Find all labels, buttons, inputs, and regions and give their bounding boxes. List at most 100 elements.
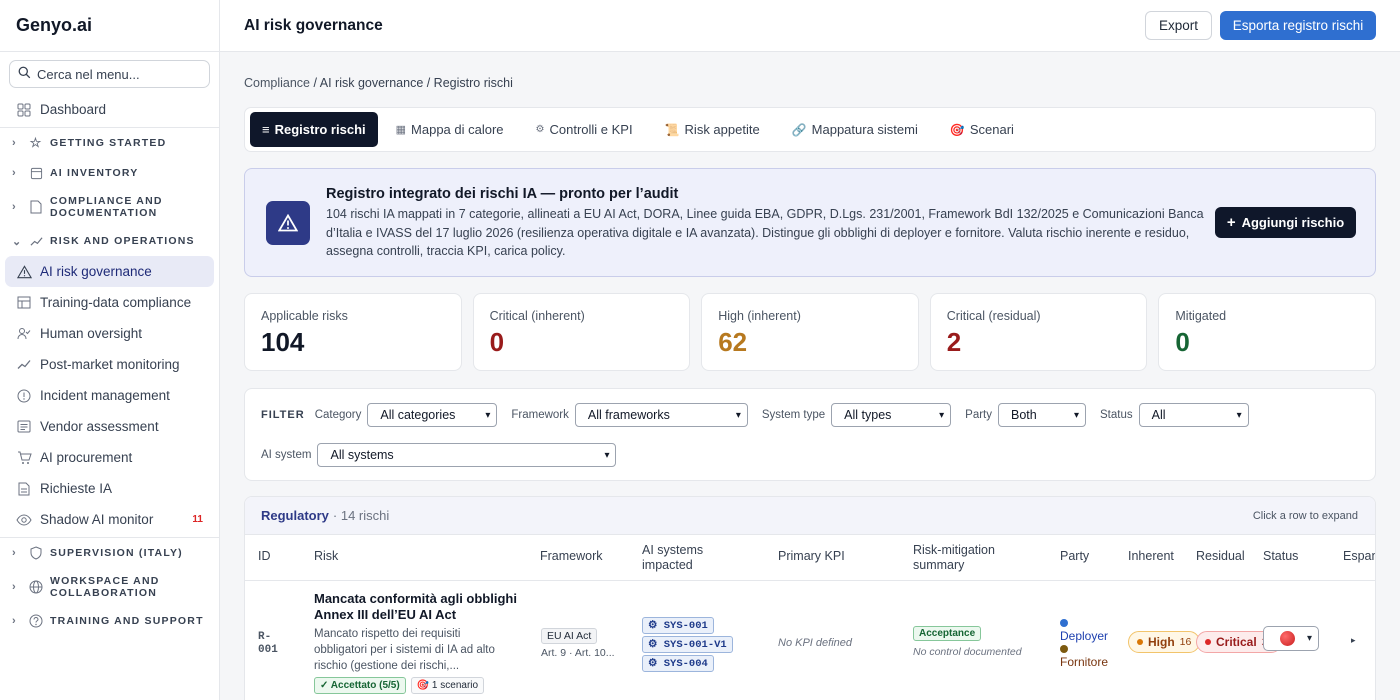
tab-bar: ≡ Registro rischi ▦ Mappa di calore ⚙ Co… <box>244 107 1376 152</box>
system-type-select[interactable]: All types ▾ <box>831 403 952 427</box>
treatment-chip: Acceptance <box>913 626 982 641</box>
scroll-icon: 📜 <box>664 122 680 137</box>
accepted-chip: ✓ Accettato (5/5) <box>314 677 406 694</box>
chevron-right-icon: › <box>12 137 17 149</box>
sidebar-item-label: AI procurement <box>40 450 133 465</box>
brand-logo[interactable]: Genyo.ai <box>0 0 219 52</box>
banner-description: 104 rischi IA mappati in 7 categorie, al… <box>326 207 1204 258</box>
system-chip[interactable]: ⚙ SYS-001-V1 <box>642 636 733 653</box>
sidebar-item-incident-management[interactable]: Incident management <box>0 380 219 411</box>
table-icon <box>16 296 32 309</box>
link-icon: 🔗 <box>791 122 807 137</box>
sidebar-item-richieste-ia[interactable]: Richieste IA <box>0 473 219 504</box>
user-check-icon <box>16 327 32 340</box>
export-register-button[interactable]: Esporta registro rischi <box>1220 11 1376 40</box>
sidebar-item-label: Vendor assessment <box>40 419 159 434</box>
list-icon: ≡ <box>262 122 270 137</box>
globe-icon <box>28 580 44 594</box>
sidebar-item-ai-procurement[interactable]: AI procurement <box>0 442 219 473</box>
section-compliance[interactable]: › COMPLIANCE AND DOCUMENTATION <box>0 188 219 226</box>
expand-row-icon[interactable]: ▸ <box>1351 635 1356 646</box>
audit-banner: Registro integrato dei rischi IA — pront… <box>244 168 1376 277</box>
party-select[interactable]: Both ▾ <box>998 403 1086 427</box>
sidebar-item-ai-risk-governance[interactable]: AI risk governance <box>5 256 214 287</box>
chevron-right-icon: › <box>12 201 17 213</box>
breadcrumb: Compliance / AI risk governance / Regist… <box>244 76 513 90</box>
kpi-value: 0 <box>489 327 505 357</box>
export-button[interactable]: Export <box>1145 11 1212 40</box>
tab-risk-appetite[interactable]: 📜 Risk appetite <box>651 112 774 147</box>
section-ai-inventory[interactable]: › AI INVENTORY <box>0 158 219 188</box>
controls-summary: No control documented <box>913 646 1022 658</box>
section-workspace[interactable]: › WORKSPACE AND COLLABORATION <box>0 568 219 606</box>
plus-icon: + <box>1226 214 1236 231</box>
section-risk-operations[interactable]: ⌄ RISK AND OPERATIONS <box>0 226 219 256</box>
notification-badge: 11 <box>192 514 203 525</box>
breadcrumb-link-compliance[interactable]: Compliance <box>244 76 310 90</box>
document-icon <box>16 482 32 496</box>
section-supervision[interactable]: › SUPERVISION (ITALY) <box>0 538 219 568</box>
tab-mappatura-sistemi[interactable]: 🔗 Mappatura sistemi <box>778 112 932 147</box>
grid-icon <box>16 103 32 117</box>
clipboard-icon <box>16 420 32 433</box>
status-dropdown[interactable]: ▾ <box>1263 626 1319 651</box>
add-risk-button[interactable]: + Aggiungi rischio <box>1215 207 1356 238</box>
sidebar-item-label: Shadow AI monitor <box>40 512 154 527</box>
framework-select[interactable]: All frameworks ▾ <box>574 403 748 427</box>
kpi-value: 62 <box>718 327 748 357</box>
tab-controlli-kpi[interactable]: ⚙ Controlli e KPI <box>522 112 647 147</box>
tab-registro-rischi[interactable]: ≡ Registro rischi <box>250 112 378 147</box>
sidebar-item-vendor-assessment[interactable]: Vendor assessment <box>0 411 219 442</box>
status-select[interactable]: All ▾ <box>1138 403 1249 427</box>
sidebar-item-label: Post-market monitoring <box>40 357 180 372</box>
category-select[interactable]: All categories ▾ <box>367 403 498 427</box>
chevron-down-icon: ⌄ <box>12 235 23 248</box>
system-chip[interactable]: ⚙ SYS-004 <box>642 655 714 672</box>
shield-icon <box>28 546 44 560</box>
top-bar: AI risk governance Export Esporta regist… <box>220 0 1400 52</box>
sidebar: Genyo.ai Dashboard › ☆ GETTING STARTED ›… <box>0 0 220 700</box>
sidebar-item-label: Richieste IA <box>40 481 113 496</box>
sidebar-item-dashboard[interactable]: Dashboard <box>0 94 219 125</box>
chevron-down-icon: ▾ <box>1236 409 1242 421</box>
sidebar-item-label: Training-data compliance <box>40 295 192 310</box>
framework-chip: EU AI Act <box>541 628 598 644</box>
alert-circle-icon <box>16 389 32 403</box>
cart-icon <box>16 451 32 465</box>
target-icon: 🎯 <box>949 122 965 137</box>
kpi-value: 0 <box>1175 327 1190 357</box>
sidebar-item-human-oversight[interactable]: Human oversight <box>0 318 219 349</box>
banner-title: Registro integrato dei rischi IA — pront… <box>326 186 679 202</box>
scenario-chip[interactable]: 🎯 1 scenario <box>410 677 485 694</box>
sidebar-item-shadow-ai[interactable]: Shadow AI monitor 11 <box>0 504 219 535</box>
category-header[interactable]: Regulatory · 14 rischi Click a row to ex… <box>245 497 1375 535</box>
warning-icon <box>16 264 32 279</box>
ai-system-select[interactable]: All systems ▾ <box>317 443 617 467</box>
kpi-mitigated: Mitigated 0 <box>1158 293 1376 371</box>
sidebar-item-training-data[interactable]: Training-data compliance <box>0 287 219 318</box>
sidebar-item-label: Incident management <box>40 388 170 403</box>
search-icon <box>18 66 31 82</box>
trend-icon <box>16 359 32 370</box>
sidebar-item-post-market[interactable]: Post-market monitoring <box>0 349 219 380</box>
section-training-support[interactable]: › TRAINING AND SUPPORT <box>0 606 219 636</box>
critical-dot-icon <box>1205 639 1211 645</box>
party-cell: Deployer Fornitore <box>1060 617 1108 669</box>
chevron-down-icon: ▾ <box>735 409 741 421</box>
primary-kpi: No KPI defined <box>778 637 852 649</box>
breadcrumb-rest: / AI risk governance / Registro rischi <box>310 76 513 90</box>
table-row[interactable]: R- 001 Mancata conformità agli obblighi A… <box>245 581 1375 700</box>
system-chip[interactable]: ⚙ SYS-001 <box>642 617 714 634</box>
sidebar-item-label: Dashboard <box>40 102 107 117</box>
table-header: ID Risk Framework AI systems impacted Pri… <box>245 535 1375 581</box>
document-icon <box>28 200 44 214</box>
chevron-down-icon: ▾ <box>485 409 491 421</box>
tab-mappa-di-calore[interactable]: ▦ Mappa di calore <box>382 112 518 147</box>
trend-icon <box>28 236 44 247</box>
tab-scenari[interactable]: 🎯 Scenari <box>936 112 1028 147</box>
kpi-cards: Applicable risks 104 Critical (inherent)… <box>244 293 1376 371</box>
section-getting-started[interactable]: › ☆ GETTING STARTED <box>0 128 219 158</box>
risk-description: Mancato rispetto dei requisiti obbligato… <box>314 628 495 672</box>
menu-search[interactable] <box>9 60 210 88</box>
menu-search-input[interactable] <box>37 66 197 82</box>
